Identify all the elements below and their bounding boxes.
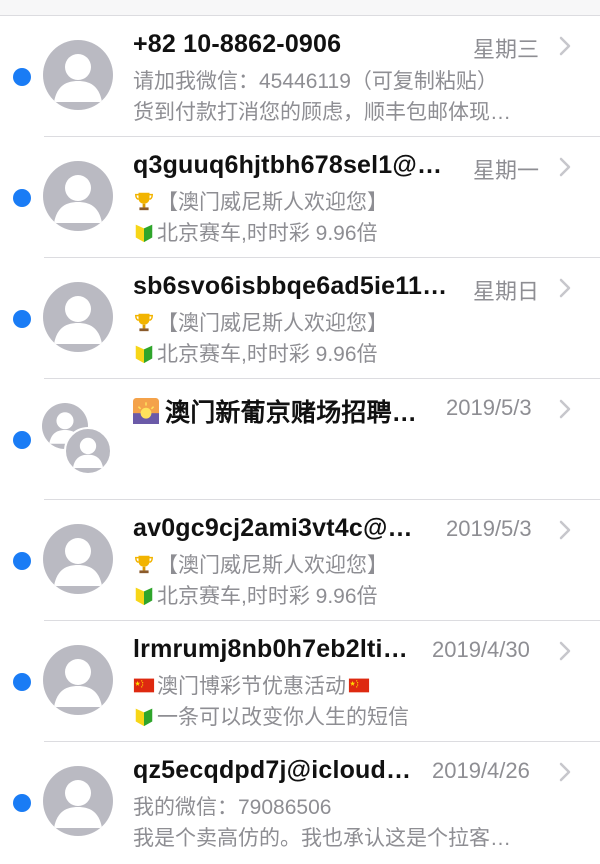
- beginner-badge-icon: [135, 588, 153, 606]
- chevron-right-icon: [559, 157, 571, 177]
- unread-dot: [13, 68, 31, 86]
- sender-name: +82 10-8862-0906: [133, 30, 342, 58]
- beginner-badge-icon: [135, 346, 153, 364]
- unread-dot: [13, 431, 31, 449]
- message-date: 星期日: [473, 279, 540, 304]
- conversation-row[interactable]: qz5ecqdpd7j@icloud… 2019/4/26 我的微信：79086…: [0, 742, 600, 863]
- china-flag-icon: [133, 679, 155, 693]
- message-preview-text: 北京赛车,时时彩 9.96倍: [157, 585, 378, 608]
- top-bar: [0, 0, 600, 16]
- conversation-row[interactable]: av0gc9cj2ami3vt4c@… 2019/5/3 【澳门威尼斯人欢迎您】…: [0, 500, 600, 621]
- message-date: 2019/5/3: [446, 395, 532, 420]
- conversation-row[interactable]: sb6svo6isbbqe6ad5ie11… 星期日 【澳门威尼斯人欢迎您】 北…: [0, 258, 600, 379]
- message-preview-text: 北京赛车,时时彩 9.96倍: [157, 343, 378, 366]
- chevron-right-icon: [559, 399, 571, 419]
- contact-avatar-icon: [43, 282, 113, 352]
- message-preview-text: 【澳门威尼斯人欢迎您】: [157, 554, 388, 577]
- sender-name: q3guuq6hjtbh678sel1@…: [133, 151, 443, 179]
- message-list: +82 10-8862-0906 星期三 请加我微信：45446119（可复制粘…: [0, 16, 600, 863]
- message-date: 2019/4/26: [432, 758, 530, 783]
- message-date: 星期一: [473, 158, 540, 183]
- conversation-row[interactable]: q3guuq6hjtbh678sel1@… 星期一 【澳门威尼斯人欢迎您】 北京…: [0, 137, 600, 258]
- message-preview-line1: 【澳门威尼斯人欢迎您】: [133, 186, 573, 216]
- chevron-right-icon: [559, 278, 571, 298]
- group-avatar: [40, 399, 120, 479]
- conversation-row[interactable]: lrmrumj8nb0h7eb2lti… 2019/4/30 澳门博彩节优惠活动…: [0, 621, 600, 742]
- message-preview-line1: 澳门博彩节优惠活动: [133, 670, 573, 700]
- contact-avatar-icon: [43, 40, 113, 110]
- sender-name: lrmrumj8nb0h7eb2lti…: [133, 635, 408, 663]
- message-preview-text: 【澳门威尼斯人欢迎您】: [157, 312, 388, 335]
- message-preview-text: 北京赛车,时时彩 9.96倍: [157, 222, 378, 245]
- chevron-right-icon: [559, 641, 571, 661]
- chevron-right-icon: [559, 36, 571, 56]
- sender-name-text: 澳门新葡京赌场招聘…: [165, 399, 418, 427]
- sunrise-icon: [133, 398, 159, 425]
- message-date: 星期三: [473, 37, 540, 62]
- unread-dot: [13, 673, 31, 691]
- sender-name: av0gc9cj2ami3vt4c@…: [133, 514, 413, 542]
- contact-avatar-icon: [43, 766, 113, 836]
- beginner-badge-icon: [135, 225, 153, 243]
- message-date: 2019/4/30: [432, 637, 530, 662]
- message-preview-text: 【澳门威尼斯人欢迎您】: [157, 191, 388, 214]
- sender-name: sb6svo6isbbqe6ad5ie11…: [133, 272, 448, 300]
- message-preview-line1: 请加我微信：45446119（可复制粘贴）: [133, 70, 498, 93]
- message-preview-line1: 【澳门威尼斯人欢迎您】: [133, 549, 573, 579]
- unread-dot: [13, 552, 31, 570]
- contact-avatar-icon: [64, 427, 112, 475]
- sender-name: 澳门新葡京赌场招聘…: [133, 393, 441, 429]
- unread-dot: [13, 310, 31, 328]
- message-preview-line2: 一条可以改变你人生的短信: [133, 701, 573, 731]
- unread-dot: [13, 189, 31, 207]
- unread-dot: [13, 794, 31, 812]
- chevron-right-icon: [559, 520, 571, 540]
- contact-avatar-icon: [43, 645, 113, 715]
- trophy-icon: [135, 556, 153, 574]
- trophy-icon: [135, 193, 153, 211]
- message-preview-line2: 北京赛车,时时彩 9.96倍: [133, 338, 573, 368]
- conversation-row[interactable]: 澳门新葡京赌场招聘… 2019/5/3: [0, 379, 600, 500]
- message-preview-line2: 我是个卖高仿的。我也承认这是个拉客…: [133, 827, 511, 850]
- message-preview-line2: 北京赛车,时时彩 9.96倍: [133, 217, 573, 247]
- sender-name: qz5ecqdpd7j@icloud…: [133, 756, 412, 784]
- contact-avatar-icon: [43, 524, 113, 594]
- beginner-badge-icon: [135, 709, 153, 727]
- message-date: 2019/5/3: [446, 516, 532, 541]
- contact-avatar-icon: [43, 161, 113, 231]
- chevron-right-icon: [559, 762, 571, 782]
- message-preview-text: 澳门博彩节优惠活动: [157, 675, 346, 698]
- message-preview-text: 一条可以改变你人生的短信: [157, 706, 409, 729]
- conversation-row[interactable]: +82 10-8862-0906 星期三 请加我微信：45446119（可复制粘…: [0, 16, 600, 137]
- message-preview-line2: 北京赛车,时时彩 9.96倍: [133, 580, 573, 610]
- trophy-icon: [135, 314, 153, 332]
- china-flag-icon: [348, 679, 370, 693]
- message-preview-line2: 货到付款打消您的顾虑，顺丰包邮体现…: [133, 101, 511, 124]
- message-preview-line1: 【澳门威尼斯人欢迎您】: [133, 307, 573, 337]
- message-preview-line1: 我的微信：79086506: [133, 796, 332, 819]
